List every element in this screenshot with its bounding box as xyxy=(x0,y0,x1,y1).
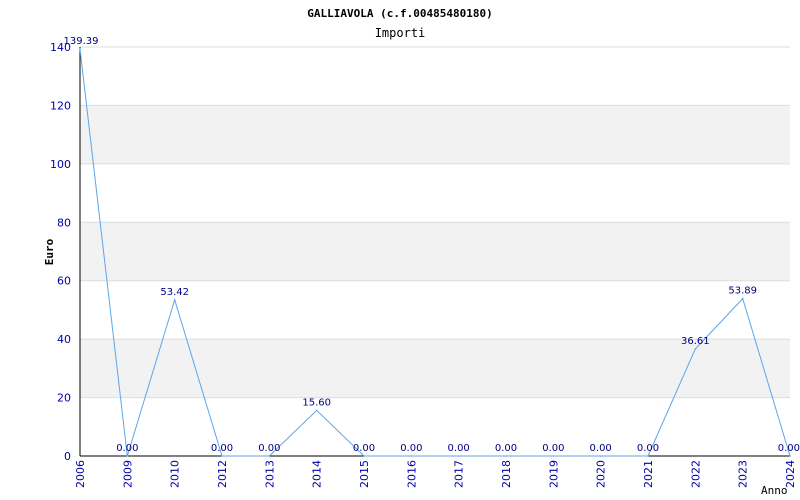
data-label: 0.00 xyxy=(778,443,800,454)
data-label: 139.39 xyxy=(64,36,99,47)
data-label: 53.42 xyxy=(160,287,189,298)
data-label: 0.00 xyxy=(353,443,375,454)
data-label: 0.00 xyxy=(400,443,422,454)
data-label: 0.00 xyxy=(211,443,233,454)
data-label: 0.00 xyxy=(637,443,659,454)
chart-bands xyxy=(80,105,790,398)
data-label: 0.00 xyxy=(542,443,564,454)
grid-band xyxy=(80,339,790,398)
y-tick-label: 0 xyxy=(64,450,71,463)
x-tick-label: 2012 xyxy=(216,460,229,488)
x-tick-labels: 2006 2009 2010 2012 2013 2014 2015 2016 2017 2018… xyxy=(74,460,797,488)
x-tick-label: 2016 xyxy=(405,460,418,488)
data-point xyxy=(315,409,318,412)
data-label: 0.00 xyxy=(448,443,470,454)
chart: 020406080100120140 2006 2009 2010 2012 2013 2… xyxy=(43,7,800,497)
y-axis-label: Euro xyxy=(43,238,56,265)
x-tick-label: 2023 xyxy=(737,460,750,488)
data-point xyxy=(741,297,744,300)
data-point xyxy=(221,455,223,457)
x-axis-label: Anno xyxy=(761,484,788,497)
y-tick-label: 100 xyxy=(50,158,71,171)
data-label: 0.00 xyxy=(116,443,138,454)
x-tick-label: 2010 xyxy=(169,460,182,488)
data-point xyxy=(268,455,271,457)
data-point xyxy=(694,348,697,350)
y-tick-label: 120 xyxy=(50,99,71,112)
data-label: 0.00 xyxy=(495,443,517,454)
data-point xyxy=(79,47,81,50)
grid-band xyxy=(80,105,790,164)
data-point xyxy=(410,455,413,457)
data-point xyxy=(552,455,555,457)
data-point xyxy=(173,299,176,301)
data-point xyxy=(789,455,791,457)
x-tick-label: 2021 xyxy=(642,460,655,488)
x-tick-label: 2013 xyxy=(263,460,276,488)
data-point xyxy=(457,455,460,457)
data-label: 53.89 xyxy=(728,286,757,297)
x-tick-label: 2006 xyxy=(74,460,87,488)
x-tick-label: 2019 xyxy=(547,460,560,488)
x-tick-label: 2015 xyxy=(358,460,371,488)
data-label: 36.61 xyxy=(681,336,710,347)
data-label: 0.00 xyxy=(258,443,280,454)
data-point xyxy=(363,455,365,457)
chart-subtitle: Importi xyxy=(375,26,426,40)
chart-title: GALLIAVOLA (c.f.00485480180) xyxy=(307,7,492,20)
data-label: 0.00 xyxy=(590,443,612,454)
x-tick-label: 2014 xyxy=(311,460,324,488)
data-point xyxy=(599,455,602,457)
y-tick-label: 20 xyxy=(57,392,71,405)
data-point xyxy=(505,455,507,457)
x-tick-label: 2020 xyxy=(595,460,608,488)
data-label: 15.60 xyxy=(302,397,331,408)
y-tick-label: 80 xyxy=(57,216,71,229)
y-tick-label: 60 xyxy=(57,275,71,288)
x-tick-label: 2017 xyxy=(453,460,466,488)
x-tick-label: 2018 xyxy=(500,460,513,488)
data-point xyxy=(647,455,649,457)
grid-band xyxy=(80,222,790,281)
x-tick-label: 2009 xyxy=(121,460,134,488)
y-tick-label: 40 xyxy=(57,333,71,346)
x-tick-label: 2022 xyxy=(689,460,702,488)
data-point xyxy=(126,455,129,457)
